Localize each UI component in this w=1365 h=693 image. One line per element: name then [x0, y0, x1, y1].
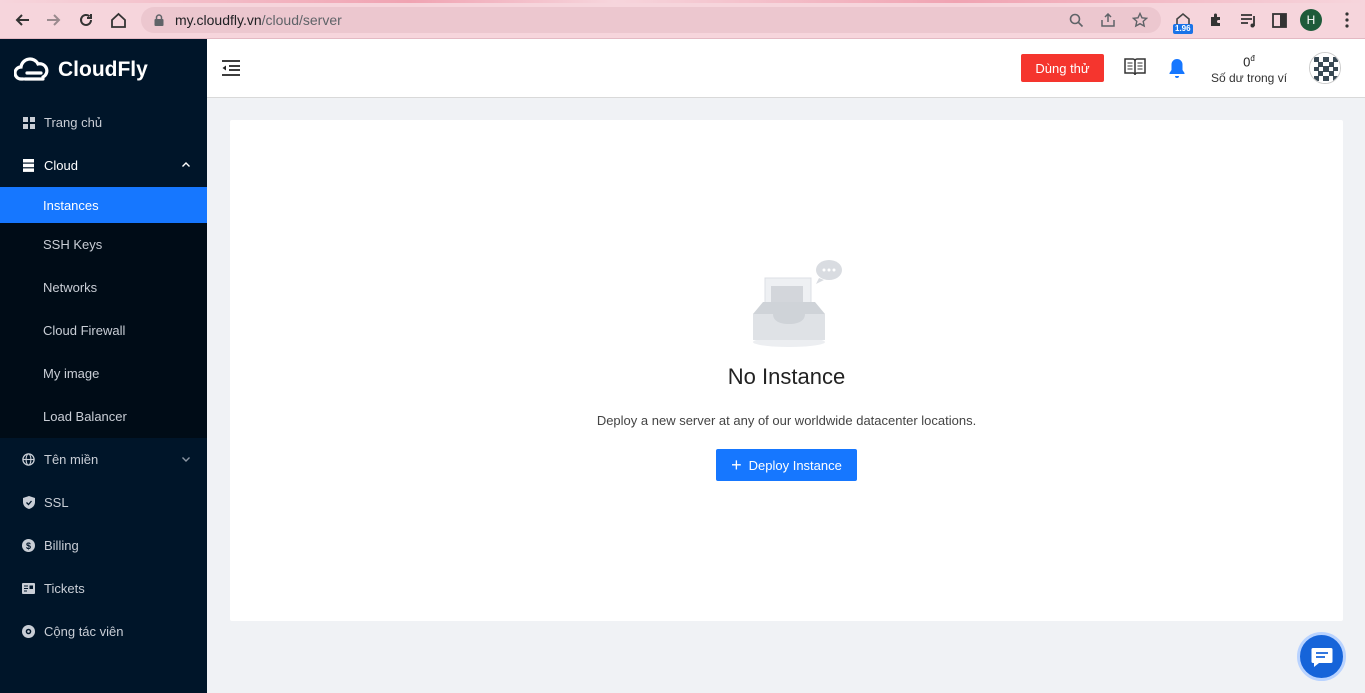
trial-button[interactable]: Dùng thử [1021, 54, 1104, 82]
dashboard-icon [22, 116, 35, 129]
tab-strip-edge [0, 0, 1365, 3]
wallet-currency: đ [1250, 54, 1255, 63]
bell-icon[interactable] [1168, 57, 1186, 79]
deploy-button-label: Deploy Instance [748, 457, 842, 473]
sidebar-item-label: Tên miền [44, 452, 99, 467]
user-avatar[interactable] [1309, 52, 1341, 84]
wallet-amount: 0đ [1207, 51, 1291, 70]
url-text: my.cloudfly.vn/cloud/server [175, 12, 342, 28]
sidebar-item-ssh-keys[interactable]: SSH Keys [0, 223, 207, 266]
menu-fold-icon[interactable] [221, 58, 241, 78]
side-panel-icon[interactable] [1268, 9, 1290, 31]
browser-toolbar: my.cloudfly.vn/cloud/server 1.96 H [0, 0, 1365, 39]
cloud-submenu: Instances SSH Keys Networks Cloud Firewa… [0, 187, 207, 438]
back-icon[interactable] [11, 9, 33, 31]
chevron-up-icon [182, 162, 190, 167]
instances-panel: No Instance Deploy a new server at any o… [230, 120, 1343, 621]
chat-support-button[interactable] [1297, 632, 1346, 681]
brand-logo[interactable]: CloudFly [0, 39, 207, 101]
url-host: my.cloudfly.vn [175, 12, 262, 28]
forward-icon[interactable] [43, 9, 65, 31]
sidebar-item-networks[interactable]: Networks [0, 266, 207, 309]
deploy-instance-button[interactable]: + Deploy Instance [716, 449, 857, 481]
chevron-down-icon [182, 457, 190, 462]
sidebar-item-cloud[interactable]: Cloud [0, 144, 207, 187]
sidebar-item-load-balancer[interactable]: Load Balancer [0, 395, 207, 438]
address-bar[interactable]: my.cloudfly.vn/cloud/server [141, 7, 1161, 33]
empty-inbox-icon [753, 260, 842, 347]
server-icon [22, 159, 35, 172]
shield-icon [22, 496, 35, 509]
bookmark-star-icon[interactable] [1131, 11, 1149, 29]
sidebar-item-label: Trang chủ [44, 115, 103, 130]
empty-state-title: No Instance [727, 364, 846, 389]
reload-icon[interactable] [75, 9, 97, 31]
home-icon[interactable] [107, 9, 129, 31]
brand-name: CloudFly [58, 58, 148, 81]
zoom-icon[interactable] [1067, 11, 1085, 29]
plus-icon: + [731, 455, 742, 475]
sidebar-item-label: Cộng tác viên [44, 624, 124, 639]
chat-icon [1311, 647, 1332, 667]
profile-avatar[interactable]: H [1300, 9, 1322, 31]
puzzle-icon[interactable] [1205, 9, 1227, 31]
sidebar-item-billing[interactable]: $ Billing [0, 524, 207, 567]
ticket-icon [22, 582, 35, 595]
more-menu-icon[interactable] [1336, 9, 1358, 31]
wallet-label: Số dư trong ví [1210, 71, 1288, 86]
sidebar-item-label: SSL [44, 495, 69, 510]
empty-state-description: Deploy a new server at any of our worldw… [596, 413, 977, 428]
sidebar-item-label: Billing [44, 538, 79, 553]
globe-icon [22, 453, 35, 466]
extension-badge: 1.96 [1173, 24, 1193, 34]
url-path: /cloud/server [261, 12, 342, 28]
sidebar-item-domain[interactable]: Tên miền [0, 438, 207, 481]
sidebar: CloudFly Trang chủ Cloud Instances SSH K… [0, 39, 207, 693]
wallet-balance[interactable]: 0đ Số dư trong ví [1207, 51, 1291, 86]
book-icon[interactable] [1124, 57, 1146, 77]
partner-icon [22, 625, 35, 638]
sidebar-item-label: Tickets [44, 581, 85, 596]
lock-icon [154, 14, 164, 26]
svg-text:$: $ [26, 541, 31, 551]
share-icon[interactable] [1099, 11, 1117, 29]
cloud-logo-icon [14, 57, 49, 81]
dollar-icon: $ [22, 539, 35, 552]
sidebar-item-label: Cloud [44, 158, 78, 173]
sidebar-item-instances[interactable]: Instances [0, 187, 207, 223]
sidebar-item-tickets[interactable]: Tickets [0, 567, 207, 610]
sidebar-item-my-image[interactable]: My image [0, 352, 207, 395]
sidebar-item-home[interactable]: Trang chủ [0, 101, 207, 144]
sidebar-item-partner[interactable]: Cộng tác viên [0, 610, 207, 653]
top-header: Dùng thử 0đ Số dư trong ví [207, 39, 1365, 98]
sidebar-item-cloud-firewall[interactable]: Cloud Firewall [0, 309, 207, 352]
sidebar-item-ssl[interactable]: SSL [0, 481, 207, 524]
media-control-icon[interactable] [1237, 9, 1259, 31]
